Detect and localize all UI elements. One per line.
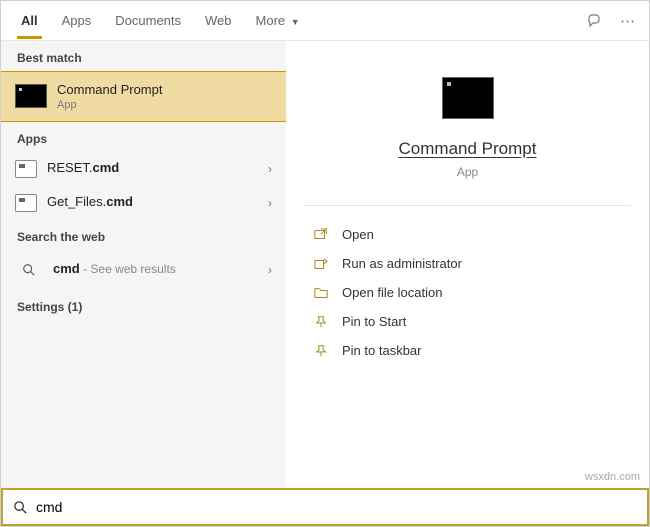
search-bar[interactable] bbox=[1, 488, 649, 526]
result-web-cmd[interactable]: cmd - See web results › bbox=[1, 250, 286, 290]
search-icon bbox=[13, 500, 28, 515]
tab-web[interactable]: Web bbox=[193, 3, 244, 38]
preview-title[interactable]: Command Prompt bbox=[304, 139, 631, 159]
more-options-icon[interactable]: ⋯ bbox=[614, 6, 641, 36]
admin-icon bbox=[310, 257, 332, 271]
tab-more[interactable]: More ▼ bbox=[244, 3, 312, 38]
result-getfiles-cmd[interactable]: Get_Files.cmd › bbox=[1, 186, 286, 220]
batch-file-icon bbox=[15, 194, 37, 212]
preview-panel: Command Prompt App Open Run as administr… bbox=[286, 41, 649, 488]
tab-apps[interactable]: Apps bbox=[50, 3, 104, 38]
result-subtitle: App bbox=[57, 99, 162, 111]
chevron-right-icon: › bbox=[268, 162, 272, 176]
chevron-right-icon: › bbox=[268, 196, 272, 210]
batch-file-icon bbox=[15, 160, 37, 178]
preview-app-icon bbox=[442, 77, 494, 119]
action-open-location[interactable]: Open file location bbox=[304, 278, 631, 307]
chevron-down-icon: ▼ bbox=[291, 17, 300, 27]
search-icon bbox=[15, 258, 43, 282]
action-open[interactable]: Open bbox=[304, 220, 631, 249]
pin-icon bbox=[310, 315, 332, 329]
pin-icon bbox=[310, 344, 332, 358]
results-panel: Best match Command Prompt App Apps RESET… bbox=[1, 41, 286, 488]
section-apps: Apps bbox=[1, 122, 286, 152]
filter-tabs: All Apps Documents Web More ▼ ⋯ bbox=[1, 1, 649, 41]
action-run-admin[interactable]: Run as administrator bbox=[304, 249, 631, 278]
action-pin-start[interactable]: Pin to Start bbox=[304, 307, 631, 336]
section-best-match: Best match bbox=[1, 41, 286, 71]
section-settings[interactable]: Settings (1) bbox=[1, 290, 286, 320]
chevron-right-icon: › bbox=[268, 263, 272, 277]
tab-documents[interactable]: Documents bbox=[103, 3, 193, 38]
result-title: Command Prompt bbox=[57, 82, 162, 99]
feedback-icon[interactable] bbox=[580, 7, 608, 35]
result-command-prompt[interactable]: Command Prompt App bbox=[1, 71, 286, 122]
action-pin-taskbar[interactable]: Pin to taskbar bbox=[304, 336, 631, 365]
folder-icon bbox=[310, 286, 332, 300]
cmd-icon bbox=[15, 84, 47, 108]
result-reset-cmd[interactable]: RESET.cmd › bbox=[1, 152, 286, 186]
search-input[interactable] bbox=[36, 499, 637, 515]
tab-all[interactable]: All bbox=[9, 3, 50, 38]
preview-subtitle: App bbox=[304, 165, 631, 179]
divider bbox=[304, 205, 631, 206]
section-web: Search the web bbox=[1, 220, 286, 250]
watermark: wsxdn.com bbox=[585, 471, 640, 483]
open-icon bbox=[310, 228, 332, 242]
